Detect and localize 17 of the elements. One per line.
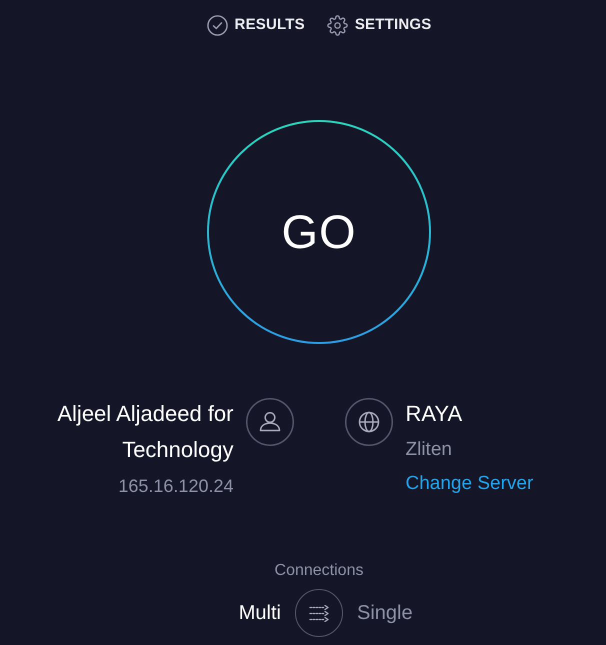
connection-option[interactable]: Multi <box>238 598 281 628</box>
server-name: RAYA <box>406 400 462 428</box>
globe-icon <box>344 398 392 446</box>
server-location: Zliten <box>406 438 452 462</box>
ip-address: 165.16.120.24 <box>118 475 234 498</box>
change-server-link[interactable]: Change Server <box>406 468 534 500</box>
dashed-arrows-icon <box>309 604 329 622</box>
nav-link[interactable]: RESULTS <box>206 14 305 36</box>
settings-icon <box>326 14 348 36</box>
connections-label: Connections <box>274 561 364 581</box>
check-circle-icon <box>206 14 228 36</box>
nav-link[interactable]: SETTINGS <box>326 14 432 36</box>
user-icon <box>246 398 294 446</box>
connection-option[interactable]: Single <box>357 598 413 628</box>
provider-name: Aljeel Aljadeed for Technology <box>56 400 234 464</box>
go-button[interactable]: GO <box>207 120 431 344</box>
connections-toggle[interactable] <box>295 589 343 637</box>
